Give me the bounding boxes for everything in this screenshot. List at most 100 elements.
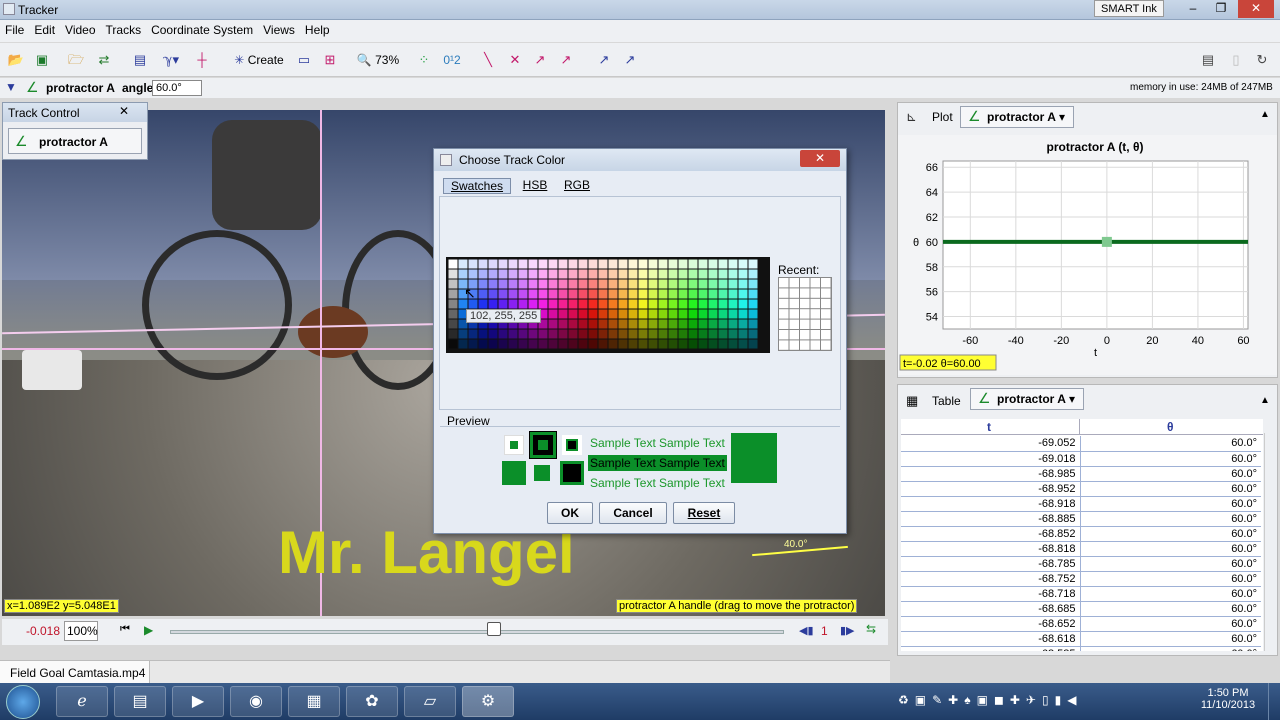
color-swatch[interactable] [608, 309, 618, 319]
color-swatch[interactable] [648, 269, 658, 279]
recent-swatch[interactable] [800, 278, 810, 288]
plot-chart[interactable]: protractor A (t, θ) -60 -40 -20 0 20 40 60 54 56 5… [898, 135, 1277, 375]
color-swatch[interactable] [478, 339, 488, 349]
recent-swatch[interactable] [779, 340, 789, 350]
color-swatch[interactable] [548, 319, 558, 329]
explorer-icon[interactable]: ▤ [114, 686, 166, 717]
color-swatch[interactable] [488, 299, 498, 309]
color-swatch[interactable] [688, 319, 698, 329]
color-swatch[interactable] [578, 319, 588, 329]
recent-swatch[interactable] [779, 278, 789, 288]
color-swatch[interactable] [628, 279, 638, 289]
mass-icon[interactable]: ↗ [620, 50, 640, 70]
table-track-dropdown[interactable]: ∠ protractor A ▾ [970, 388, 1084, 410]
color-swatch[interactable] [588, 279, 598, 289]
color-swatch[interactable] [508, 299, 518, 309]
table-row[interactable]: -68.918 60.0° [901, 496, 1261, 512]
color-swatch[interactable] [728, 329, 738, 339]
color-swatch[interactable] [468, 269, 478, 279]
recent-swatch[interactable] [779, 298, 789, 309]
color-swatch[interactable] [628, 309, 638, 319]
maximize-button[interactable]: ❐ [1208, 0, 1234, 18]
color-swatch[interactable] [688, 269, 698, 279]
color-swatch[interactable] [608, 319, 618, 329]
color-swatch[interactable] [708, 319, 718, 329]
color-swatch[interactable] [698, 279, 708, 289]
color-swatch[interactable] [578, 269, 588, 279]
recent-swatch[interactable] [789, 319, 800, 329]
reset-button[interactable]: Reset [673, 502, 735, 524]
color-swatch[interactable] [598, 269, 608, 279]
import-icon[interactable]: ⇄ [94, 50, 114, 70]
color-swatch[interactable] [678, 309, 688, 319]
color-swatch[interactable] [638, 279, 648, 289]
color-swatch[interactable] [448, 269, 458, 279]
color-swatch[interactable] [658, 269, 668, 279]
color-swatch[interactable] [708, 289, 718, 299]
recent-swatch[interactable] [821, 309, 831, 319]
ruler-icon[interactable]: ▭ [294, 50, 314, 70]
notes-icon[interactable]: ▤ [1198, 50, 1218, 70]
color-swatch[interactable] [498, 279, 508, 289]
color-swatch[interactable] [678, 329, 688, 339]
highlighted-point[interactable] [1101, 236, 1112, 247]
color-swatch[interactable] [548, 289, 558, 299]
table-row[interactable]: -68.718 60.0° [901, 586, 1261, 602]
color-swatch[interactable] [538, 269, 548, 279]
color-swatch[interactable] [518, 259, 528, 269]
recent-swatch[interactable] [800, 340, 810, 350]
tracker-taskbar-icon[interactable]: ⚙ [462, 686, 514, 717]
play-icon[interactable]: ▶ [144, 623, 153, 637]
refresh-icon[interactable]: ↻ [1252, 50, 1272, 70]
color-swatch[interactable] [748, 339, 758, 349]
color-swatch[interactable] [648, 259, 658, 269]
color-swatch[interactable] [548, 339, 558, 349]
apps-grid-icon[interactable]: ▦ [288, 686, 340, 717]
color-swatch[interactable] [488, 339, 498, 349]
table-row[interactable]: -68.985 60.0° [901, 466, 1261, 482]
color-swatch[interactable] [748, 309, 758, 319]
open-file-icon[interactable]: 📂 [6, 50, 26, 70]
track-control-item[interactable]: ∠ protractor A [8, 128, 142, 154]
color-swatch[interactable] [688, 309, 698, 319]
color-swatch[interactable] [608, 299, 618, 309]
color-swatch[interactable] [618, 289, 628, 299]
plot-track-dropdown[interactable]: ∠ protractor A ▾ [960, 106, 1074, 128]
color-swatch[interactable] [448, 309, 458, 319]
color-swatch[interactable] [548, 299, 558, 309]
color-swatch[interactable] [638, 269, 648, 279]
color-swatch[interactable] [528, 269, 538, 279]
color-swatch[interactable] [558, 259, 568, 269]
table-row[interactable]: -68.785 60.0° [901, 556, 1261, 572]
color-swatch[interactable] [448, 319, 458, 329]
table-row[interactable]: -69.052 60.0° [901, 436, 1261, 452]
color-swatch[interactable] [578, 279, 588, 289]
color-swatch[interactable] [738, 259, 748, 269]
table-row[interactable]: -68.852 60.0° [901, 526, 1261, 542]
color-swatch[interactable] [508, 269, 518, 279]
color-swatch[interactable] [478, 289, 488, 299]
recent-swatch[interactable] [810, 288, 821, 298]
color-swatch[interactable] [558, 329, 568, 339]
color-swatch[interactable] [478, 279, 488, 289]
color-swatch[interactable] [748, 269, 758, 279]
color-swatch[interactable] [568, 329, 578, 339]
color-swatch[interactable] [698, 299, 708, 309]
color-swatch[interactable] [598, 279, 608, 289]
color-swatch[interactable] [598, 299, 608, 309]
color-swatch[interactable] [728, 319, 738, 329]
color-swatch[interactable] [718, 339, 728, 349]
color-swatch[interactable] [658, 299, 668, 309]
color-swatch[interactable] [518, 279, 528, 289]
labels-icon[interactable]: 0¹2 [440, 50, 464, 70]
color-swatch[interactable] [678, 279, 688, 289]
color-swatch[interactable] [488, 329, 498, 339]
color-swatch[interactable] [668, 269, 678, 279]
color-swatch[interactable] [548, 329, 558, 339]
minimize-button[interactable]: – [1180, 0, 1206, 18]
color-swatch[interactable] [748, 319, 758, 329]
color-swatch[interactable] [588, 289, 598, 299]
color-swatch[interactable] [698, 269, 708, 279]
clock[interactable]: 1:50 PM 11/10/2013 [1198, 687, 1258, 711]
color-swatch[interactable] [638, 259, 648, 269]
